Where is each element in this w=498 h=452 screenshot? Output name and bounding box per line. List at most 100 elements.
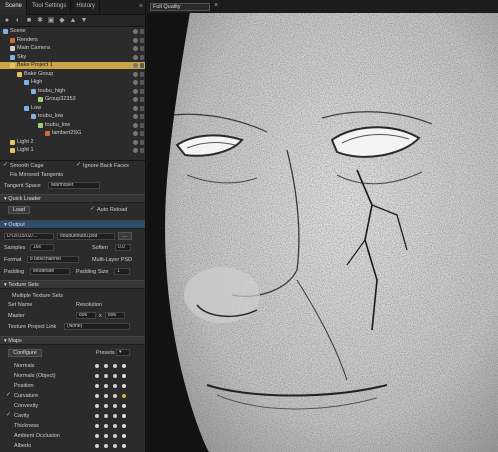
brush-icon[interactable] bbox=[104, 374, 108, 378]
visibility-icon[interactable] bbox=[133, 122, 138, 128]
output-header[interactable]: ▾ Output bbox=[0, 220, 145, 229]
visibility-icon[interactable] bbox=[133, 71, 138, 77]
sphere-icon[interactable]: ◐ bbox=[14, 17, 22, 25]
gear-icon[interactable] bbox=[95, 434, 99, 438]
configure-button[interactable]: Configure bbox=[8, 349, 42, 357]
ignore-back-faces-checkbox[interactable]: ✓ bbox=[76, 162, 81, 168]
tree-item[interactable]: Main Camera bbox=[0, 45, 145, 52]
search-icon[interactable] bbox=[113, 434, 117, 438]
texture-sets-header[interactable]: ▾ Texture Sets bbox=[0, 280, 145, 289]
format-select[interactable]: 8 bits/channel bbox=[27, 256, 79, 263]
map-enable-checkbox[interactable] bbox=[6, 433, 11, 438]
close-icon[interactable]: × bbox=[214, 2, 222, 10]
import-icon[interactable]: ▲ bbox=[69, 17, 77, 25]
color-dot-icon[interactable] bbox=[122, 434, 126, 438]
load-button[interactable]: Load bbox=[8, 206, 30, 214]
brush-icon[interactable] bbox=[104, 424, 108, 428]
brush-icon[interactable] bbox=[104, 394, 108, 398]
auto-reload-checkbox[interactable]: ✓ bbox=[90, 206, 95, 212]
visibility-icon[interactable] bbox=[133, 131, 138, 136]
lock-icon[interactable] bbox=[140, 88, 144, 94]
padding-select[interactable]: Moderate bbox=[30, 268, 70, 275]
lock-icon[interactable] bbox=[140, 105, 144, 111]
gear-icon[interactable] bbox=[95, 414, 99, 418]
search-icon[interactable] bbox=[113, 404, 117, 408]
lock-icon[interactable] bbox=[140, 63, 144, 68]
brush-icon[interactable] bbox=[104, 434, 108, 438]
maps-header[interactable]: ▾ Maps bbox=[0, 336, 145, 345]
gear-icon[interactable] bbox=[95, 374, 99, 378]
resolution-height-field[interactable]: 896 bbox=[105, 312, 125, 319]
tab-tool-settings[interactable]: Tool Settings bbox=[27, 0, 72, 15]
map-row[interactable]: Convexity bbox=[0, 402, 145, 410]
tree-item[interactable]: High bbox=[0, 79, 145, 86]
smooth-cage-checkbox[interactable]: ✓ bbox=[3, 162, 8, 168]
visibility-icon[interactable] bbox=[133, 54, 138, 60]
map-row[interactable]: ✓ Cavity bbox=[0, 412, 145, 420]
gear-icon[interactable] bbox=[95, 424, 99, 428]
close-icon[interactable]: × bbox=[139, 3, 143, 10]
tree-item[interactable]: lambert2SG bbox=[0, 130, 145, 137]
map-enable-checkbox[interactable] bbox=[6, 363, 11, 368]
lock-icon[interactable] bbox=[140, 80, 144, 85]
tree-item[interactable]: toubu_high bbox=[0, 88, 145, 95]
tree-item[interactable]: Light 2 bbox=[0, 139, 145, 146]
gear-icon[interactable] bbox=[95, 404, 99, 408]
brush-icon[interactable] bbox=[104, 444, 108, 448]
light-icon[interactable]: ✱ bbox=[36, 17, 44, 25]
color-dot-icon[interactable] bbox=[122, 364, 126, 368]
lock-icon[interactable] bbox=[140, 139, 144, 145]
output-path-field[interactable]: D:/2015/02/... bbox=[4, 233, 54, 240]
padding-size-field[interactable]: 1 bbox=[114, 268, 130, 275]
tree-item[interactable]: Sky bbox=[0, 54, 145, 61]
visibility-icon[interactable] bbox=[133, 46, 138, 51]
camera-icon[interactable]: ▣ bbox=[47, 17, 55, 25]
visibility-icon[interactable] bbox=[133, 114, 138, 119]
color-dot-icon[interactable] bbox=[122, 444, 126, 448]
color-dot-icon[interactable] bbox=[122, 424, 126, 428]
lock-icon[interactable] bbox=[140, 37, 144, 43]
tree-item[interactable]: Bake Group bbox=[0, 71, 145, 78]
tree-item[interactable]: Light 1 bbox=[0, 147, 145, 154]
search-icon[interactable] bbox=[113, 424, 117, 428]
search-icon[interactable] bbox=[113, 374, 117, 378]
gear-icon[interactable] bbox=[95, 394, 99, 398]
color-dot-icon[interactable] bbox=[122, 374, 126, 378]
tree-item[interactable]: toubu_low bbox=[0, 122, 145, 129]
color-dot-icon[interactable] bbox=[122, 384, 126, 388]
lock-icon[interactable] bbox=[140, 148, 144, 153]
tangent-space-select[interactable]: Marmoset bbox=[48, 182, 100, 189]
tree-item[interactable]: toubu_low bbox=[0, 113, 145, 120]
lock-icon[interactable] bbox=[140, 122, 144, 128]
map-enable-checkbox[interactable]: ✓ bbox=[6, 392, 11, 398]
samples-select[interactable]: 16x bbox=[30, 244, 54, 251]
lock-icon[interactable] bbox=[140, 114, 144, 119]
map-enable-checkbox[interactable] bbox=[6, 423, 11, 428]
map-enable-checkbox[interactable] bbox=[6, 373, 11, 378]
viewport[interactable]: Full Quality × bbox=[147, 0, 498, 452]
color-dot-icon[interactable] bbox=[122, 394, 126, 398]
cube-icon[interactable]: ■ bbox=[25, 17, 33, 25]
texture-project-link-select[interactable]: (None) bbox=[64, 323, 130, 330]
map-enable-checkbox[interactable] bbox=[6, 383, 11, 388]
search-icon[interactable] bbox=[113, 414, 117, 418]
brush-icon[interactable] bbox=[104, 364, 108, 368]
lock-icon[interactable] bbox=[140, 46, 144, 51]
tree-item[interactable]: Low bbox=[0, 105, 145, 112]
lock-icon[interactable] bbox=[140, 97, 144, 102]
map-enable-checkbox[interactable] bbox=[6, 403, 11, 408]
lock-icon[interactable] bbox=[140, 71, 144, 77]
gear-icon[interactable] bbox=[95, 364, 99, 368]
export-icon[interactable]: ▼ bbox=[80, 17, 88, 25]
fix-mirrored-tangents-label[interactable]: Fix Mirrored Tangents bbox=[10, 172, 63, 178]
search-icon[interactable] bbox=[113, 364, 117, 368]
map-enable-checkbox[interactable] bbox=[6, 443, 11, 448]
multiple-texture-sets-label[interactable]: Multiple Texture Sets bbox=[12, 293, 63, 299]
color-dot-icon[interactable] bbox=[122, 414, 126, 418]
visibility-icon[interactable] bbox=[133, 148, 138, 153]
gear-icon[interactable] bbox=[95, 384, 99, 388]
visibility-icon[interactable] bbox=[133, 29, 138, 34]
map-row[interactable]: Normals (Object) bbox=[0, 372, 145, 380]
output-file-field[interactable]: /toubu/toubu.psd bbox=[57, 233, 115, 240]
tab-scene[interactable]: Scene bbox=[0, 0, 28, 15]
